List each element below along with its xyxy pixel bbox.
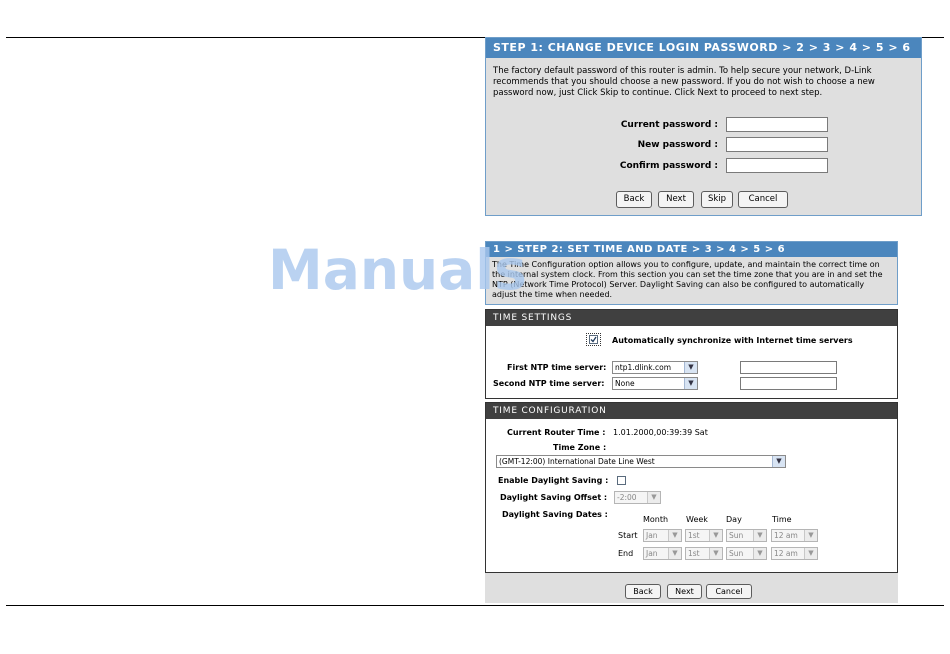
new-password-label: New password : bbox=[637, 140, 718, 150]
current-password-label: Current password : bbox=[620, 120, 718, 130]
auto-sync-checkbox[interactable] bbox=[586, 333, 601, 346]
end-week-select[interactable]: 1st ▼ bbox=[685, 547, 723, 560]
time-zone-label: Time Zone : bbox=[553, 443, 607, 452]
start-day-value: Sun bbox=[729, 531, 744, 540]
end-label: End bbox=[618, 549, 634, 558]
start-week-value: 1st bbox=[688, 531, 700, 540]
chevron-down-icon: ▼ bbox=[753, 530, 766, 541]
step2-panel: 1 > STEP 2: SET TIME AND DATE > 3 > 4 > … bbox=[485, 241, 898, 305]
daylight-offset-label: Daylight Saving Offset : bbox=[500, 493, 608, 502]
end-time-value: 12 am bbox=[774, 549, 798, 558]
current-time-value: 1.01.2000,00:39:39 Sat bbox=[613, 428, 708, 437]
step1-skip-button[interactable]: Skip bbox=[701, 191, 733, 208]
time-config-section: TIME CONFIGURATION Current Router Time :… bbox=[485, 402, 898, 573]
chevron-down-icon: ▼ bbox=[684, 362, 697, 373]
first-ntp-label: First NTP time server: bbox=[507, 363, 607, 372]
confirm-password-label: Confirm password : bbox=[619, 161, 718, 171]
second-ntp-value: None bbox=[615, 379, 635, 388]
step2-description: The Time Configuration option allows you… bbox=[492, 260, 883, 299]
start-time-value: 12 am bbox=[774, 531, 798, 540]
col-week: Week bbox=[686, 515, 708, 524]
current-password-input[interactable] bbox=[726, 117, 828, 132]
confirm-password-input[interactable] bbox=[726, 158, 828, 173]
step1-description: The factory default password of this rou… bbox=[493, 66, 875, 98]
time-settings-section: TIME SETTINGS Automatically synchronize … bbox=[485, 309, 898, 399]
end-week-value: 1st bbox=[688, 549, 700, 558]
first-ntp-custom-input[interactable] bbox=[740, 361, 837, 374]
chevron-down-icon: ▼ bbox=[668, 548, 681, 559]
chevron-down-icon: ▼ bbox=[684, 378, 697, 389]
end-day-value: Sun bbox=[729, 549, 744, 558]
first-ntp-value: ntp1.dlink.com bbox=[615, 363, 672, 372]
time-settings-header: TIME SETTINGS bbox=[486, 310, 897, 326]
end-month-value: Jan bbox=[646, 549, 658, 558]
chevron-down-icon: ▼ bbox=[772, 456, 785, 467]
step1-cancel-button[interactable]: Cancel bbox=[738, 191, 788, 208]
col-time: Time bbox=[772, 515, 792, 524]
chevron-down-icon: ▼ bbox=[647, 492, 660, 503]
end-day-select[interactable]: Sun ▼ bbox=[726, 547, 767, 560]
start-week-select[interactable]: 1st ▼ bbox=[685, 529, 723, 542]
start-label: Start bbox=[618, 531, 638, 540]
new-password-input[interactable] bbox=[726, 137, 828, 152]
bottom-back-button[interactable]: Back bbox=[625, 584, 661, 599]
start-time-select[interactable]: 12 am ▼ bbox=[771, 529, 818, 542]
time-zone-value: (GMT-12:00) International Date Line West bbox=[499, 457, 655, 466]
start-month-value: Jan bbox=[646, 531, 658, 540]
chevron-down-icon: ▼ bbox=[709, 530, 722, 541]
bottom-rule bbox=[6, 605, 944, 606]
col-month: Month bbox=[643, 515, 669, 524]
bottom-button-bar: Back Next Cancel bbox=[485, 573, 898, 603]
daylight-saving-label: Enable Daylight Saving : bbox=[498, 476, 609, 485]
step1-title: STEP 1: CHANGE DEVICE LOGIN PASSWORD > 2… bbox=[486, 38, 921, 58]
end-time-select[interactable]: 12 am ▼ bbox=[771, 547, 818, 560]
second-ntp-custom-input[interactable] bbox=[740, 377, 837, 390]
daylight-offset-select[interactable]: -2:00 ▼ bbox=[614, 491, 661, 504]
chevron-down-icon: ▼ bbox=[753, 548, 766, 559]
step1-back-button[interactable]: Back bbox=[616, 191, 652, 208]
start-month-select[interactable]: Jan ▼ bbox=[643, 529, 682, 542]
step2-title: 1 > STEP 2: SET TIME AND DATE > 3 > 4 > … bbox=[486, 242, 897, 257]
second-ntp-select[interactable]: None ▼ bbox=[612, 377, 698, 390]
second-ntp-label: Second NTP time server: bbox=[493, 379, 605, 388]
first-ntp-select[interactable]: ntp1.dlink.com ▼ bbox=[612, 361, 698, 374]
step1-next-button[interactable]: Next bbox=[658, 191, 694, 208]
current-time-label: Current Router Time : bbox=[507, 428, 606, 437]
chevron-down-icon: ▼ bbox=[709, 548, 722, 559]
chevron-down-icon: ▼ bbox=[804, 548, 817, 559]
step1-panel: STEP 1: CHANGE DEVICE LOGIN PASSWORD > 2… bbox=[485, 37, 922, 216]
start-day-select[interactable]: Sun ▼ bbox=[726, 529, 767, 542]
col-day: Day bbox=[726, 515, 742, 524]
check-icon bbox=[589, 335, 598, 344]
watermark: Manuals bbox=[268, 238, 527, 302]
time-zone-select[interactable]: (GMT-12:00) International Date Line West… bbox=[496, 455, 786, 468]
time-config-header: TIME CONFIGURATION bbox=[486, 403, 897, 419]
auto-sync-label: Automatically synchronize with Internet … bbox=[612, 336, 853, 345]
chevron-down-icon: ▼ bbox=[804, 530, 817, 541]
daylight-dates-label: Daylight Saving Dates : bbox=[502, 510, 608, 519]
chevron-down-icon: ▼ bbox=[668, 530, 681, 541]
daylight-saving-checkbox[interactable] bbox=[617, 476, 626, 485]
daylight-offset-value: -2:00 bbox=[617, 493, 637, 502]
end-month-select[interactable]: Jan ▼ bbox=[643, 547, 682, 560]
bottom-cancel-button[interactable]: Cancel bbox=[706, 584, 752, 599]
bottom-next-button[interactable]: Next bbox=[667, 584, 702, 599]
